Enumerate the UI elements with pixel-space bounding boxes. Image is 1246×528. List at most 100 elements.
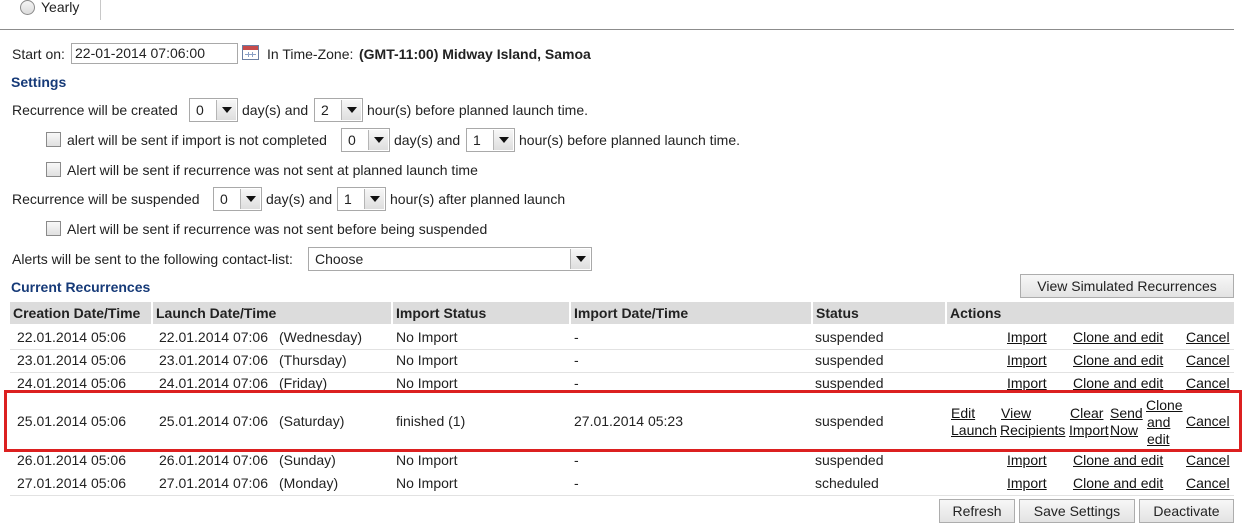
col-launch: Launch Date/Time	[153, 302, 393, 324]
chevron-down-icon	[493, 130, 513, 150]
chevron-down-icon	[240, 189, 260, 209]
start-on-label: Start on:	[12, 46, 65, 62]
suspended-days-select[interactable]: 0	[213, 187, 262, 211]
yearly-label: Yearly	[41, 0, 80, 15]
weekday-cell: (Monday)	[279, 475, 339, 491]
table-row: 27.01.2014 05:06 27.01.2014 07:06 (Monda…	[10, 474, 1234, 494]
chevron-down-icon	[570, 249, 590, 269]
alert-import-days-and: day(s) and	[394, 132, 461, 148]
import-date-cell: -	[574, 475, 579, 491]
chevron-down-icon	[341, 100, 361, 120]
clone-edit-link[interactable]: Clone and edit	[1073, 474, 1163, 492]
yearly-radio[interactable]	[20, 0, 35, 15]
launch-cell: 27.01.2014 07:06	[159, 475, 268, 491]
alert-not-sent-checkbox[interactable]	[46, 162, 61, 177]
creation-cell: 22.01.2014 05:06	[17, 329, 126, 345]
created-hours-value: 2	[321, 102, 329, 118]
contact-list-select[interactable]: Choose	[308, 247, 592, 271]
created-days-value: 0	[196, 102, 204, 118]
alert-import-hours-value: 1	[473, 132, 481, 148]
row-divider	[10, 349, 1234, 350]
creation-cell: 23.01.2014 05:06	[17, 352, 126, 368]
import-link[interactable]: Import	[1007, 328, 1047, 346]
contact-list-value: Choose	[315, 251, 364, 267]
import-link[interactable]: Import	[1007, 451, 1047, 469]
table-row: 22.01.2014 05:06 22.01.2014 07:06 (Wedne…	[10, 328, 1234, 348]
created-days-select[interactable]: 0	[189, 98, 238, 122]
alert-import-hours-select[interactable]: 1	[466, 128, 515, 152]
status-cell: suspended	[815, 452, 884, 468]
col-import-date: Import Date/Time	[571, 302, 813, 324]
calendar-icon[interactable]	[242, 45, 259, 60]
import-link[interactable]: Import	[1007, 351, 1047, 369]
settings-heading: Settings	[11, 74, 67, 90]
table-row: 26.01.2014 05:06 26.01.2014 07:06 (Sunda…	[10, 451, 1234, 471]
divider	[100, 0, 101, 20]
alert-import-days-select[interactable]: 0	[341, 128, 390, 152]
suspended-days-and: day(s) and	[266, 191, 333, 207]
col-status: Status	[813, 302, 947, 324]
launch-cell: 23.01.2014 07:06	[159, 352, 268, 368]
chevron-down-icon	[364, 189, 384, 209]
start-date-field[interactable]: 22-01-2014 07:06:00	[71, 43, 238, 64]
import-link[interactable]: Import	[1007, 474, 1047, 492]
import-date-cell: -	[574, 452, 579, 468]
col-actions: Actions	[950, 305, 1002, 321]
table-row: 23.01.2014 05:06 23.01.2014 07:06 (Thurs…	[10, 351, 1234, 371]
alert-import-suffix: hour(s) before planned launch time.	[519, 132, 741, 148]
alert-suspended-checkbox[interactable]	[46, 221, 61, 236]
col-creation: Creation Date/Time	[10, 302, 153, 324]
cancel-link[interactable]: Cancel	[1186, 474, 1230, 492]
col-import-status: Import Status	[393, 302, 571, 324]
timezone-label: In Time-Zone:	[267, 46, 354, 62]
clone-edit-link[interactable]: Clone and edit	[1073, 351, 1163, 369]
refresh-button[interactable]: Refresh	[939, 499, 1015, 523]
suspended-hours-select[interactable]: 1	[337, 187, 386, 211]
launch-cell: 26.01.2014 07:06	[159, 452, 268, 468]
creation-cell: 27.01.2014 05:06	[17, 475, 126, 491]
divider	[0, 29, 1234, 30]
alert-import-label: alert will be sent if import is not comp…	[67, 132, 327, 148]
highlight-box	[4, 390, 1242, 452]
launch-cell: 22.01.2014 07:06	[159, 329, 268, 345]
import-status-cell: No Import	[396, 352, 458, 368]
alert-import-days-value: 0	[348, 132, 356, 148]
recurrences-heading: Current Recurrences	[11, 279, 151, 295]
weekday-cell: (Sunday)	[279, 452, 336, 468]
row-divider	[10, 495, 1234, 496]
clone-edit-link[interactable]: Clone and edit	[1073, 451, 1163, 469]
import-status-cell: No Import	[396, 475, 458, 491]
cancel-link[interactable]: Cancel	[1186, 451, 1230, 469]
cancel-link[interactable]: Cancel	[1186, 351, 1230, 369]
view-simulated-button[interactable]: View Simulated Recurrences	[1020, 274, 1234, 298]
deactivate-button[interactable]: Deactivate	[1139, 499, 1234, 523]
import-date-cell: -	[574, 352, 579, 368]
import-status-cell: No Import	[396, 329, 458, 345]
days-and-label: day(s) and	[242, 102, 309, 118]
status-cell: suspended	[815, 352, 884, 368]
clone-edit-link[interactable]: Clone and edit	[1073, 328, 1163, 346]
suspended-suffix: hour(s) after planned launch	[390, 191, 566, 207]
import-status-cell: No Import	[396, 452, 458, 468]
creation-cell: 26.01.2014 05:06	[17, 452, 126, 468]
cancel-link[interactable]: Cancel	[1186, 328, 1230, 346]
created-prefix: Recurrence will be created	[12, 102, 178, 118]
contact-list-label: Alerts will be sent to the following con…	[12, 251, 293, 267]
suspended-prefix: Recurrence will be suspended	[12, 191, 200, 207]
row-divider	[10, 372, 1234, 373]
suspended-days-value: 0	[220, 191, 228, 207]
timezone-value: (GMT-11:00) Midway Island, Samoa	[359, 46, 591, 62]
status-cell: scheduled	[815, 475, 879, 491]
import-date-cell: -	[574, 329, 579, 345]
created-suffix: hour(s) before planned launch time.	[367, 102, 589, 118]
save-settings-button[interactable]: Save Settings	[1019, 499, 1135, 523]
alert-not-sent-label: Alert will be sent if recurrence was not…	[67, 162, 478, 178]
created-hours-select[interactable]: 2	[314, 98, 363, 122]
weekday-cell: (Thursday)	[279, 352, 347, 368]
chevron-down-icon	[368, 130, 388, 150]
weekday-cell: (Wednesday)	[279, 329, 363, 345]
chevron-down-icon	[216, 100, 236, 120]
status-cell: suspended	[815, 329, 884, 345]
alert-suspended-label: Alert will be sent if recurrence was not…	[67, 221, 488, 237]
alert-import-checkbox[interactable]	[46, 132, 61, 147]
